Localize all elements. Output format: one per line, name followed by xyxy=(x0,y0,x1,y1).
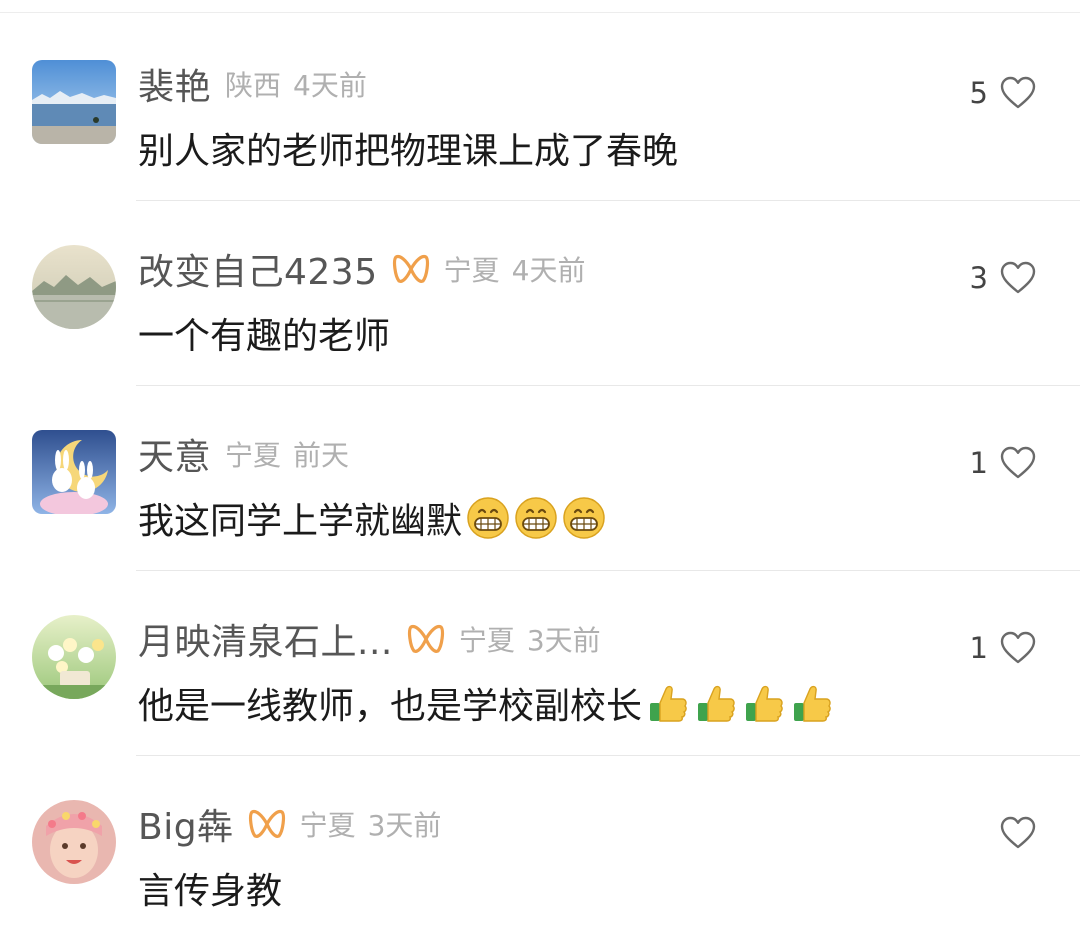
grin-emoji-icon xyxy=(467,497,509,539)
thumbs-up-emoji-icon xyxy=(650,685,687,722)
top-divider xyxy=(0,12,1080,13)
heart-outline-icon xyxy=(1000,446,1036,479)
heart-outline-icon xyxy=(1000,76,1036,109)
username[interactable]: 裴艳 xyxy=(138,58,211,110)
region-label: 陕西 xyxy=(225,69,282,102)
comment-text-content: 别人家的老师把物理课上成了春晚 xyxy=(138,131,679,172)
like-button[interactable]: 1 xyxy=(970,446,1036,480)
like-button[interactable]: 3 xyxy=(970,261,1036,295)
comment-text[interactable]: 一个有趣的老师 xyxy=(138,307,390,359)
like-button[interactable]: 1 xyxy=(970,631,1036,665)
child-avatar-icon[interactable] xyxy=(32,800,116,884)
comment-item: 改变自己4235 宁夏 4天前 一个有趣的老师 3 xyxy=(0,201,1080,386)
timestamp: 前天 xyxy=(293,439,350,472)
thumbs-up-emoji-icon xyxy=(698,685,735,722)
thumbs-up-emoji-icon xyxy=(746,685,783,722)
timestamp: 4天前 xyxy=(293,69,367,102)
comment-text-content: 他是一线教师，也是学校副校长 xyxy=(138,686,643,727)
region-label: 宁夏 xyxy=(458,624,515,657)
lake-avatar-icon[interactable] xyxy=(32,60,116,144)
comment-item: 裴艳 陕西 4天前 别人家的老师把物理课上成了春晚 5 xyxy=(0,16,1080,201)
like-count: 1 xyxy=(969,446,988,480)
timestamp: 4天前 xyxy=(511,254,586,287)
comment-text-content: 我这同学上学就幽默 xyxy=(138,501,463,542)
region-label: 宁夏 xyxy=(225,439,282,472)
heart-outline-icon xyxy=(1000,816,1036,849)
like-button[interactable] xyxy=(988,816,1036,850)
bunny-avatar-icon[interactable] xyxy=(32,430,116,514)
comment-text-content: 一个有趣的老师 xyxy=(138,316,391,357)
username[interactable]: 天意 xyxy=(138,428,211,480)
landscape-avatar-icon[interactable] xyxy=(32,245,116,329)
comment-text[interactable]: 别人家的老师把物理课上成了春晚 xyxy=(138,122,678,174)
username[interactable]: 月映清泉石上... xyxy=(138,613,393,665)
like-count: 1 xyxy=(969,631,988,665)
flowers-avatar-icon[interactable] xyxy=(32,615,116,699)
bow-badge-icon xyxy=(407,624,444,653)
comment-text[interactable]: 言传身教 xyxy=(138,862,282,914)
heart-outline-icon xyxy=(1000,261,1036,294)
comment-text-content: 言传身教 xyxy=(138,871,283,912)
comment-text[interactable]: 他是一线教师，也是学校副校长 xyxy=(138,677,834,729)
grin-emoji-icon xyxy=(563,497,605,539)
comment-meta: 天意 宁夏 前天 xyxy=(138,430,349,478)
bow-badge-icon xyxy=(248,809,285,838)
comment-meta: 改变自己4235 宁夏 4天前 xyxy=(138,245,585,293)
heart-outline-icon xyxy=(1000,631,1036,664)
thumbs-up-emoji-icon xyxy=(794,685,831,722)
like-count: 3 xyxy=(969,261,988,295)
comment-meta: 裴艳 陕西 4天前 xyxy=(138,60,367,108)
region-label: 宁夏 xyxy=(443,254,500,287)
username[interactable]: Big犇 xyxy=(138,798,234,850)
region-label: 宁夏 xyxy=(299,809,356,842)
comment-text[interactable]: 我这同学上学就幽默 xyxy=(138,492,606,544)
comment-item: 天意 宁夏 前天 我这同学上学就幽默 1 xyxy=(0,386,1080,571)
grin-emoji-icon xyxy=(515,497,557,539)
timestamp: 3天前 xyxy=(526,624,601,657)
comment-item: 月映清泉石上... 宁夏 3天前 他是一线教师，也是学校副校长 1 xyxy=(0,571,1080,756)
bow-badge-icon xyxy=(392,254,429,283)
comment-meta: Big犇 宁夏 3天前 xyxy=(138,800,441,848)
comment-meta: 月映清泉石上... 宁夏 3天前 xyxy=(138,615,601,663)
like-count: 5 xyxy=(969,76,988,110)
timestamp: 3天前 xyxy=(367,809,442,842)
comment-item: Big犇 宁夏 3天前 言传身教 xyxy=(0,756,1080,941)
username[interactable]: 改变自己4235 xyxy=(138,243,378,295)
like-button[interactable]: 5 xyxy=(970,76,1036,110)
